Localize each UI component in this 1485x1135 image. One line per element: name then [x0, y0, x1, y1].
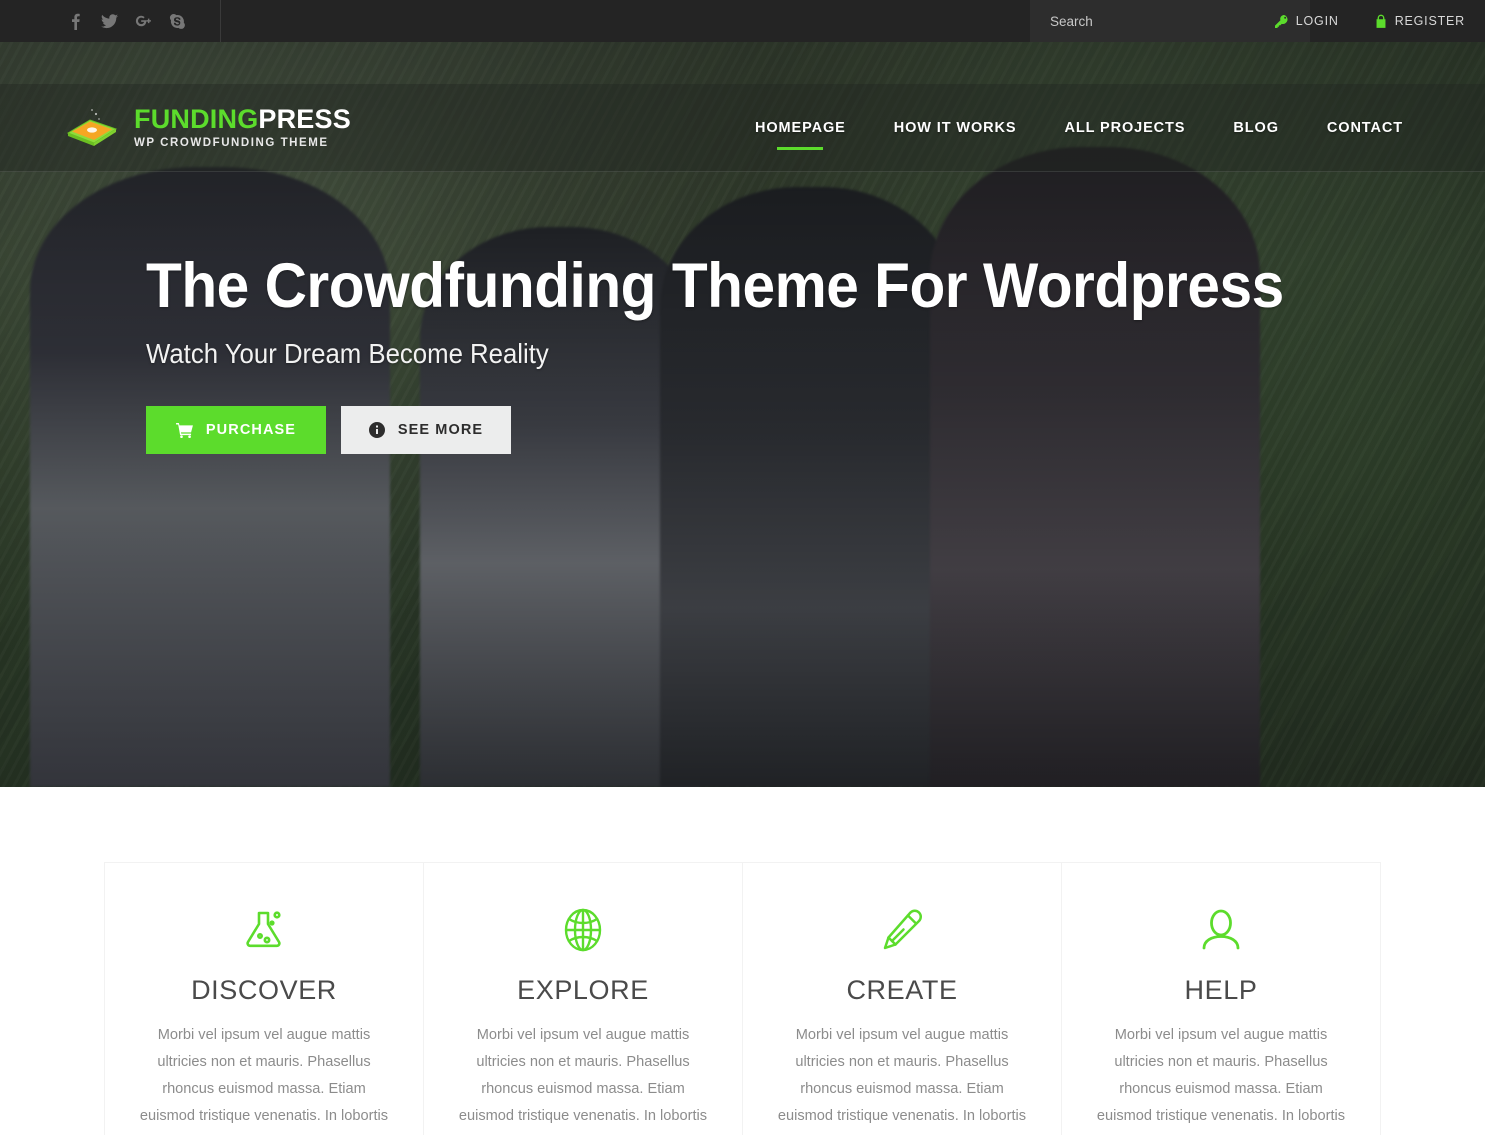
- globe-icon: [454, 901, 712, 959]
- twitter-icon[interactable]: [92, 0, 126, 42]
- login-link[interactable]: LOGIN: [1274, 14, 1339, 28]
- features-section: DISCOVER Morbi vel ipsum vel augue matti…: [0, 787, 1485, 1135]
- google-plus-icon[interactable]: [126, 0, 160, 42]
- facebook-icon[interactable]: [58, 0, 92, 42]
- nav-item-homepage[interactable]: HOMEPAGE: [731, 84, 870, 172]
- nav-item-all-projects[interactable]: ALL PROJECTS: [1040, 84, 1209, 172]
- site-logo[interactable]: FUNDINGPRESS WP CROWDFUNDING THEME: [62, 103, 351, 150]
- hero-section: FUNDINGPRESS WP CROWDFUNDING THEME HOMEP…: [0, 42, 1485, 787]
- pencil-icon: [773, 901, 1031, 959]
- money-stack-icon: [62, 107, 122, 149]
- feature-text: Morbi vel ipsum vel augue mattis ultrici…: [458, 1027, 708, 1125]
- feature-text: Morbi vel ipsum vel augue mattis ultrici…: [777, 1027, 1027, 1125]
- topbar-divider: [220, 0, 221, 42]
- feature-card-help[interactable]: HELP Morbi vel ipsum vel augue mattis ul…: [1061, 862, 1381, 1135]
- flask-icon: [135, 901, 393, 959]
- nav-item-how-it-works[interactable]: HOW IT WORKS: [870, 84, 1041, 172]
- logo-secondary: PRESS: [258, 103, 351, 134]
- nav-item-contact[interactable]: CONTACT: [1303, 84, 1427, 172]
- register-link[interactable]: REGISTER: [1375, 14, 1465, 28]
- lock-icon: [1375, 14, 1387, 28]
- search-input[interactable]: [1050, 0, 1200, 42]
- see-more-button[interactable]: SEE MORE: [341, 406, 511, 455]
- skype-icon[interactable]: [160, 0, 194, 42]
- feature-text: Morbi vel ipsum vel augue mattis ultrici…: [1096, 1027, 1346, 1125]
- main-navigation: HOMEPAGE HOW IT WORKS ALL PROJECTS BLOG …: [731, 84, 1427, 172]
- logo-text: FUNDINGPRESS WP CROWDFUNDING THEME: [134, 103, 351, 150]
- shopping-cart-icon: [175, 422, 193, 438]
- feature-title: HELP: [1184, 975, 1258, 1005]
- logo-tagline: WP CROWDFUNDING THEME: [134, 136, 329, 149]
- see-more-button-label: SEE MORE: [397, 422, 484, 439]
- user-icon: [1092, 901, 1350, 959]
- search-area: [1030, 0, 1310, 42]
- auth-links: LOGIN REGISTER: [1274, 0, 1465, 42]
- logo-primary: FUNDING: [134, 103, 259, 134]
- feature-text: Morbi vel ipsum vel augue mattis ultrici…: [139, 1027, 389, 1125]
- top-bar: LOGIN REGISTER: [0, 0, 1485, 42]
- nav-item-blog[interactable]: BLOG: [1209, 84, 1303, 172]
- feature-card-create[interactable]: CREATE Morbi vel ipsum vel augue mattis …: [742, 862, 1061, 1135]
- hero-buttons: PURCHASE SEE MORE: [146, 406, 1485, 455]
- feature-title: EXPLORE: [517, 975, 649, 1005]
- feature-card-explore[interactable]: EXPLORE Morbi vel ipsum vel augue mattis…: [423, 862, 742, 1135]
- hero-title: The Crowdfunding Theme For Wordpress: [146, 251, 1284, 321]
- info-circle-icon: [368, 422, 385, 439]
- hero-subtitle: Watch Your Dream Become Reality: [146, 338, 549, 370]
- feature-card-discover[interactable]: DISCOVER Morbi vel ipsum vel augue matti…: [104, 862, 423, 1135]
- register-label: REGISTER: [1394, 14, 1465, 28]
- features-grid: DISCOVER Morbi vel ipsum vel augue matti…: [104, 862, 1381, 1135]
- purchase-button[interactable]: PURCHASE: [146, 406, 326, 455]
- social-links: [58, 0, 194, 42]
- login-label: LOGIN: [1295, 14, 1339, 28]
- feature-title: DISCOVER: [191, 975, 337, 1005]
- site-header: FUNDINGPRESS WP CROWDFUNDING THEME HOMEP…: [0, 84, 1485, 172]
- feature-title: CREATE: [846, 975, 958, 1005]
- purchase-button-label: PURCHASE: [205, 422, 297, 439]
- key-icon: [1274, 14, 1288, 28]
